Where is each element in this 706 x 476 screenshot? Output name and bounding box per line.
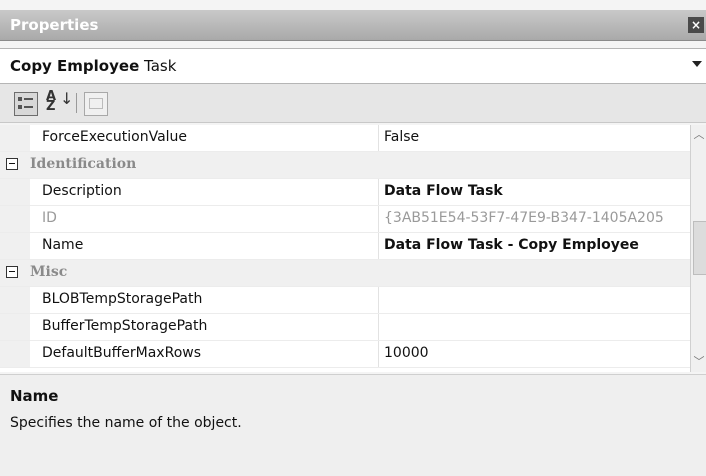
property-row[interactable]: Name Data Flow Task - Copy Employee	[0, 233, 690, 260]
property-value[interactable]: False	[384, 129, 686, 145]
dropdown-arrow-icon[interactable]	[692, 61, 702, 67]
property-row[interactable]: DefaultBufferMaxRows 10000	[0, 341, 690, 368]
property-row[interactable]: BufferTempStoragePath	[0, 314, 690, 341]
property-row[interactable]: BLOBTempStoragePath	[0, 287, 690, 314]
property-row[interactable]: ForceExecutionValue False	[0, 125, 690, 152]
category-row[interactable]: Misc	[0, 260, 690, 287]
property-pages-icon[interactable]	[84, 92, 108, 116]
category-row[interactable]: Identification	[0, 152, 690, 179]
row-margin	[0, 341, 30, 367]
property-row[interactable]: ID {3AB51E54-53F7-47E9-B347-1405A205	[0, 206, 690, 233]
property-name: Name	[42, 237, 84, 253]
object-name: Copy Employee	[10, 57, 140, 75]
column-divider	[378, 314, 379, 340]
scroll-thumb[interactable]	[693, 221, 706, 275]
property-value[interactable]: Data Flow Task - Copy Employee	[384, 237, 686, 253]
row-margin	[0, 179, 30, 205]
panel-title: Properties	[10, 16, 99, 34]
toolbar-separator	[76, 93, 77, 113]
properties-panel: Properties × Copy Employee Task A Z ↓ Fo…	[0, 0, 706, 476]
column-divider	[378, 233, 379, 259]
description-title: Name	[10, 387, 59, 405]
property-value[interactable]: {3AB51E54-53F7-47E9-B347-1405A205	[384, 210, 686, 226]
categorized-icon[interactable]	[14, 92, 38, 116]
scroll-down-icon[interactable]: ﹀	[691, 354, 706, 370]
alphabetical-icon[interactable]: A Z ↓	[46, 90, 73, 114]
category-label: Identification	[30, 156, 137, 172]
column-divider	[378, 125, 379, 151]
row-margin	[0, 314, 30, 340]
column-divider	[378, 287, 379, 313]
property-name: BufferTempStoragePath	[42, 318, 208, 334]
object-type: Task	[144, 57, 177, 75]
selected-object: Copy Employee Task	[10, 57, 176, 75]
description-text: Specifies the name of the object.	[10, 415, 242, 431]
row-margin	[0, 206, 30, 232]
title-bar: Properties ×	[0, 10, 706, 41]
row-margin	[0, 287, 30, 313]
property-name: ForceExecutionValue	[42, 129, 188, 145]
description-pane: Name Specifies the name of the object.	[0, 374, 706, 476]
property-value[interactable]: 10000	[384, 345, 686, 361]
close-icon[interactable]: ×	[688, 17, 704, 33]
property-value[interactable]: Data Flow Task	[384, 183, 686, 199]
property-name: DefaultBufferMaxRows	[42, 345, 201, 361]
category-label: Misc	[30, 264, 68, 280]
property-name: Description	[42, 183, 122, 199]
vertical-scrollbar[interactable]: ︿ ﹀	[690, 125, 706, 372]
collapse-icon[interactable]	[6, 266, 18, 278]
column-divider	[378, 341, 379, 367]
column-divider	[378, 206, 379, 232]
properties-toolbar: A Z ↓	[0, 84, 706, 123]
property-name: BLOBTempStoragePath	[42, 291, 203, 307]
property-row[interactable]: Description Data Flow Task	[0, 179, 690, 206]
column-divider	[378, 179, 379, 205]
scroll-up-icon[interactable]: ︿	[691, 127, 706, 143]
collapse-icon[interactable]	[6, 158, 18, 170]
object-selector[interactable]: Copy Employee Task	[0, 48, 706, 84]
property-name: ID	[42, 210, 57, 226]
row-margin	[0, 233, 30, 259]
property-grid: ForceExecutionValue False Identification De…	[0, 125, 690, 372]
sort-arrow-icon: ↓	[60, 89, 74, 108]
row-margin	[0, 125, 30, 151]
